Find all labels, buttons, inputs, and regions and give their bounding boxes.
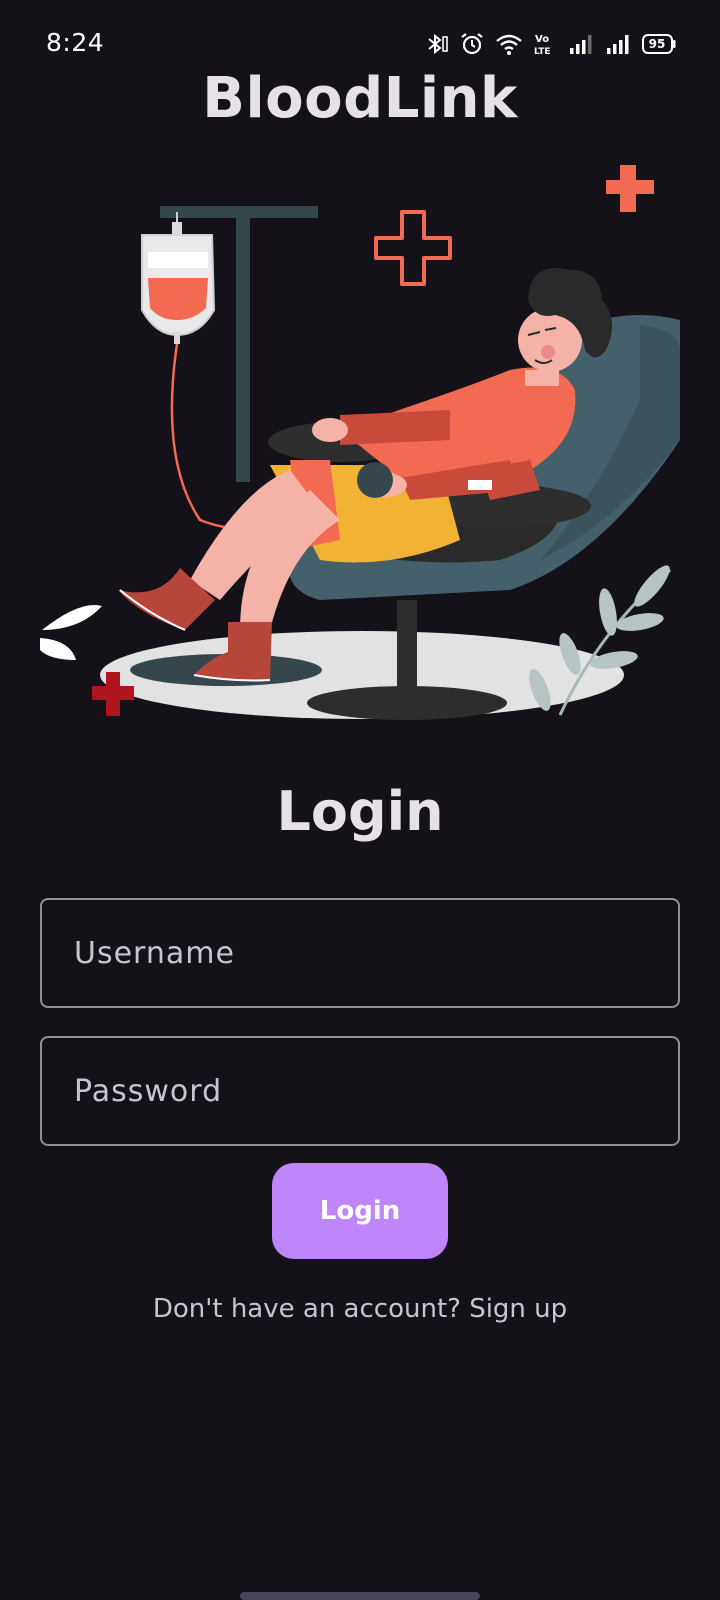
- iv-stand-pole: [236, 212, 250, 482]
- login-button[interactable]: Login: [272, 1163, 448, 1259]
- alarm-icon: [461, 33, 483, 55]
- app-title: BloodLink: [202, 66, 518, 131]
- home-indicator[interactable]: [240, 1592, 480, 1600]
- signal-icon: [570, 35, 592, 54]
- password-field[interactable]: [40, 1036, 680, 1146]
- volte-icon: Vo LTE: [534, 34, 551, 57]
- outline-cross: [374, 210, 452, 286]
- svg-text:LTE: LTE: [534, 47, 551, 57]
- login-title: Login: [276, 780, 444, 843]
- login-screen: 8:24 Vo LTE 95 BloodLink Login Username …: [0, 0, 720, 1600]
- signal-icon: [607, 35, 629, 54]
- status-time: 8:24: [46, 28, 105, 57]
- username-input[interactable]: [72, 934, 678, 972]
- status-icons: Vo LTE 95: [424, 28, 676, 60]
- red-cross-top-right: [606, 165, 654, 212]
- bluetooth-icon: [428, 33, 448, 55]
- svg-text:Vo: Vo: [535, 34, 549, 45]
- battery-level: 95: [648, 37, 666, 51]
- blood-donation-illustration: [40, 165, 680, 720]
- wifi-icon: [496, 34, 522, 55]
- password-input[interactable]: [72, 1072, 678, 1110]
- signup-link[interactable]: Don't have an account? Sign up: [0, 1294, 720, 1324]
- username-field[interactable]: [40, 898, 680, 1008]
- leaf: [42, 605, 102, 630]
- battery-icon: 95: [642, 34, 676, 54]
